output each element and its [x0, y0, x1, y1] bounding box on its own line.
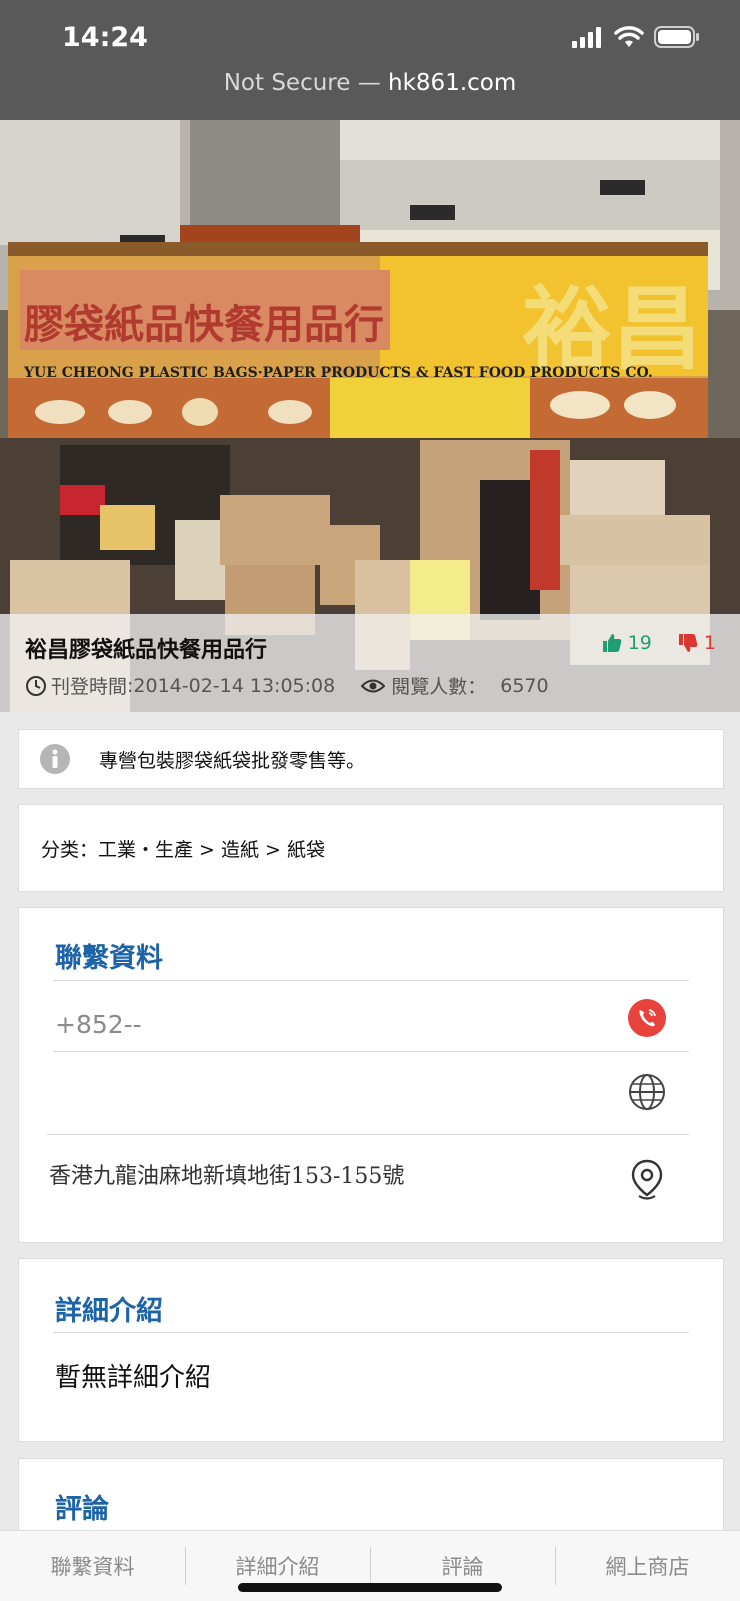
info-icon — [40, 744, 70, 774]
category-card: 分类：工業・生產 > 造紙 > 紙袋 — [18, 804, 724, 892]
divider — [47, 1134, 689, 1135]
contact-title: 聯繫資料 — [55, 943, 163, 974]
thumbs-down-icon[interactable] — [678, 633, 698, 653]
wifi-icon — [614, 26, 644, 47]
tab-online-shop[interactable]: 網上商店 — [555, 1531, 740, 1601]
category-path[interactable]: 分类：工業・生產 > 造紙 > 紙袋 — [41, 835, 325, 862]
phone-icon[interactable] — [627, 998, 667, 1038]
shop-title: 裕昌膠袋紙品快餐用品行 — [25, 638, 268, 663]
sign-english: YUE CHEONG PLASTIC BAGS·PAPER PRODUCTS &… — [23, 365, 653, 381]
shop-meta: 刊登時間 :2014-02-14 13:05:08 閱覽人數： 6570 — [25, 672, 549, 699]
clock-icon — [26, 675, 46, 696]
phone-number[interactable]: +852-- — [55, 1010, 142, 1039]
signal-icon — [572, 27, 601, 48]
views-label: 閱覽人數： — [391, 676, 487, 698]
eye-icon — [361, 679, 386, 692]
location-pin-icon[interactable] — [627, 1158, 667, 1202]
reviews-card: 評論 — [18, 1458, 724, 1540]
address-text[interactable]: 香港九龍油麻地新填地街153-155號 — [49, 1158, 404, 1190]
sign-chinese-line: 膠袋紙品快餐用品行 — [24, 301, 384, 348]
battery-icon — [654, 26, 699, 48]
url-host: hk861.com — [388, 70, 517, 96]
detail-card: 詳細介紹 暫無詳細介紹 — [18, 1258, 724, 1442]
divider — [53, 1051, 689, 1052]
divider — [53, 980, 689, 981]
detail-text: 暫無詳細介紹 — [55, 1363, 212, 1393]
contact-card: 聯繫資料 +852-- 香港九龍油麻地新填地街153-155號 — [18, 907, 724, 1243]
reviews-title: 評論 — [55, 1494, 109, 1525]
divider — [53, 1332, 689, 1333]
status-icons — [572, 26, 700, 48]
thumbs-up-icon[interactable] — [602, 633, 622, 653]
tab-contact[interactable]: 聯繫資料 — [0, 1531, 185, 1601]
browser-top-bar: 14:24 Not Secure — hk861.com — [0, 0, 740, 120]
detail-title: 詳細介紹 — [55, 1296, 163, 1327]
likes-count: 19 — [627, 632, 652, 654]
vote-group: 19 1 — [602, 632, 716, 654]
address-bar[interactable]: Not Secure — hk861.com — [0, 70, 740, 96]
posted-value: :2014-02-14 13:05:08 — [127, 674, 336, 697]
dislikes-count: 1 — [703, 632, 716, 654]
globe-icon[interactable] — [627, 1072, 667, 1112]
notice-text: 專營包裝膠袋紙袋批發零售等。 — [99, 749, 366, 772]
notice-card: 專營包裝膠袋紙袋批發零售等。 — [18, 729, 724, 789]
views-value: 6570 — [500, 674, 549, 697]
status-time: 14:24 — [62, 22, 148, 53]
posted-label: 刊登時間 — [51, 676, 128, 698]
shop-info-overlay: 裕昌膠袋紙品快餐用品行 19 1 刊登時間 :2014-02-14 13:05:… — [0, 614, 740, 712]
home-indicator — [238, 1583, 502, 1592]
security-label: Not Secure — — [223, 70, 389, 96]
